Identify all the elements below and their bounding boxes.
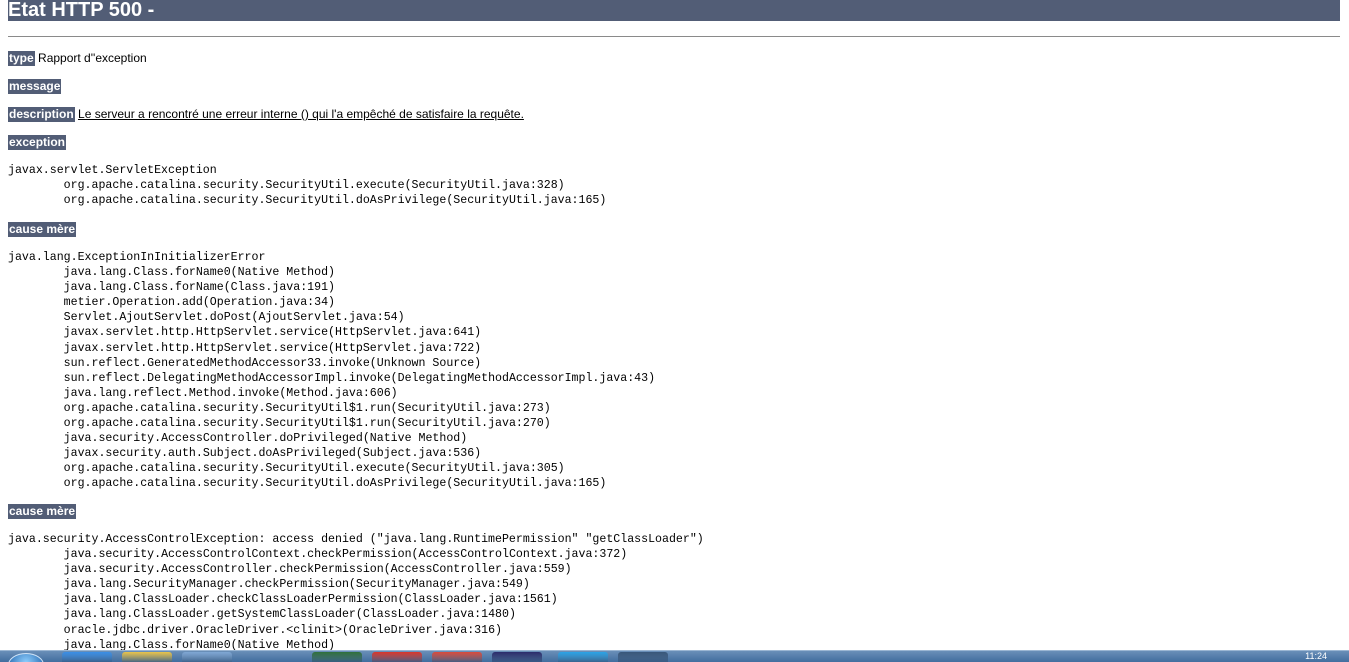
description-value: Le serveur a rencontré une erreur intern…	[78, 107, 524, 121]
message-label: message	[8, 79, 62, 94]
message-row: message	[8, 79, 62, 94]
taskbar-clock[interactable]: 11:24	[1305, 651, 1327, 661]
type-row: type Rapport d''exception	[8, 51, 147, 66]
opera-icon[interactable]	[372, 652, 422, 662]
cause-label-1: cause mère	[8, 222, 77, 237]
error-page: Etat HTTP 500 - type Rapport d''exceptio…	[0, 0, 1349, 662]
app-icon[interactable]	[312, 652, 362, 662]
cause-row-1: cause mère	[8, 222, 77, 237]
cause-row-2: cause mère	[8, 504, 77, 519]
skype-icon[interactable]	[558, 652, 608, 662]
folder-icon[interactable]	[122, 652, 172, 662]
divider	[8, 36, 1340, 37]
description-label: description	[8, 107, 75, 122]
exception-row: exception	[8, 135, 67, 150]
start-button[interactable]	[8, 653, 44, 662]
window-icon[interactable]	[618, 652, 668, 662]
cause-stacktrace-2: java.security.AccessControlException: ac…	[8, 533, 704, 652]
cause-stacktrace-1: java.lang.ExceptionInInitializerError ja…	[8, 251, 656, 491]
exception-stacktrace: javax.servlet.ServletException org.apach…	[8, 164, 607, 208]
taskbar: 11:24	[0, 650, 1349, 662]
ie-icon[interactable]	[62, 652, 112, 662]
description-row: description Le serveur a rencontré une e…	[8, 107, 524, 122]
exception-label: exception	[8, 135, 67, 150]
type-label: type	[8, 51, 35, 66]
page-title: Etat HTTP 500 -	[8, 0, 1340, 21]
type-value: Rapport d''exception	[38, 51, 147, 65]
cause-label-2: cause mère	[8, 504, 77, 519]
monitor-icon[interactable]	[182, 652, 232, 662]
eclipse-icon[interactable]	[492, 652, 542, 662]
chrome-icon[interactable]	[432, 652, 482, 662]
